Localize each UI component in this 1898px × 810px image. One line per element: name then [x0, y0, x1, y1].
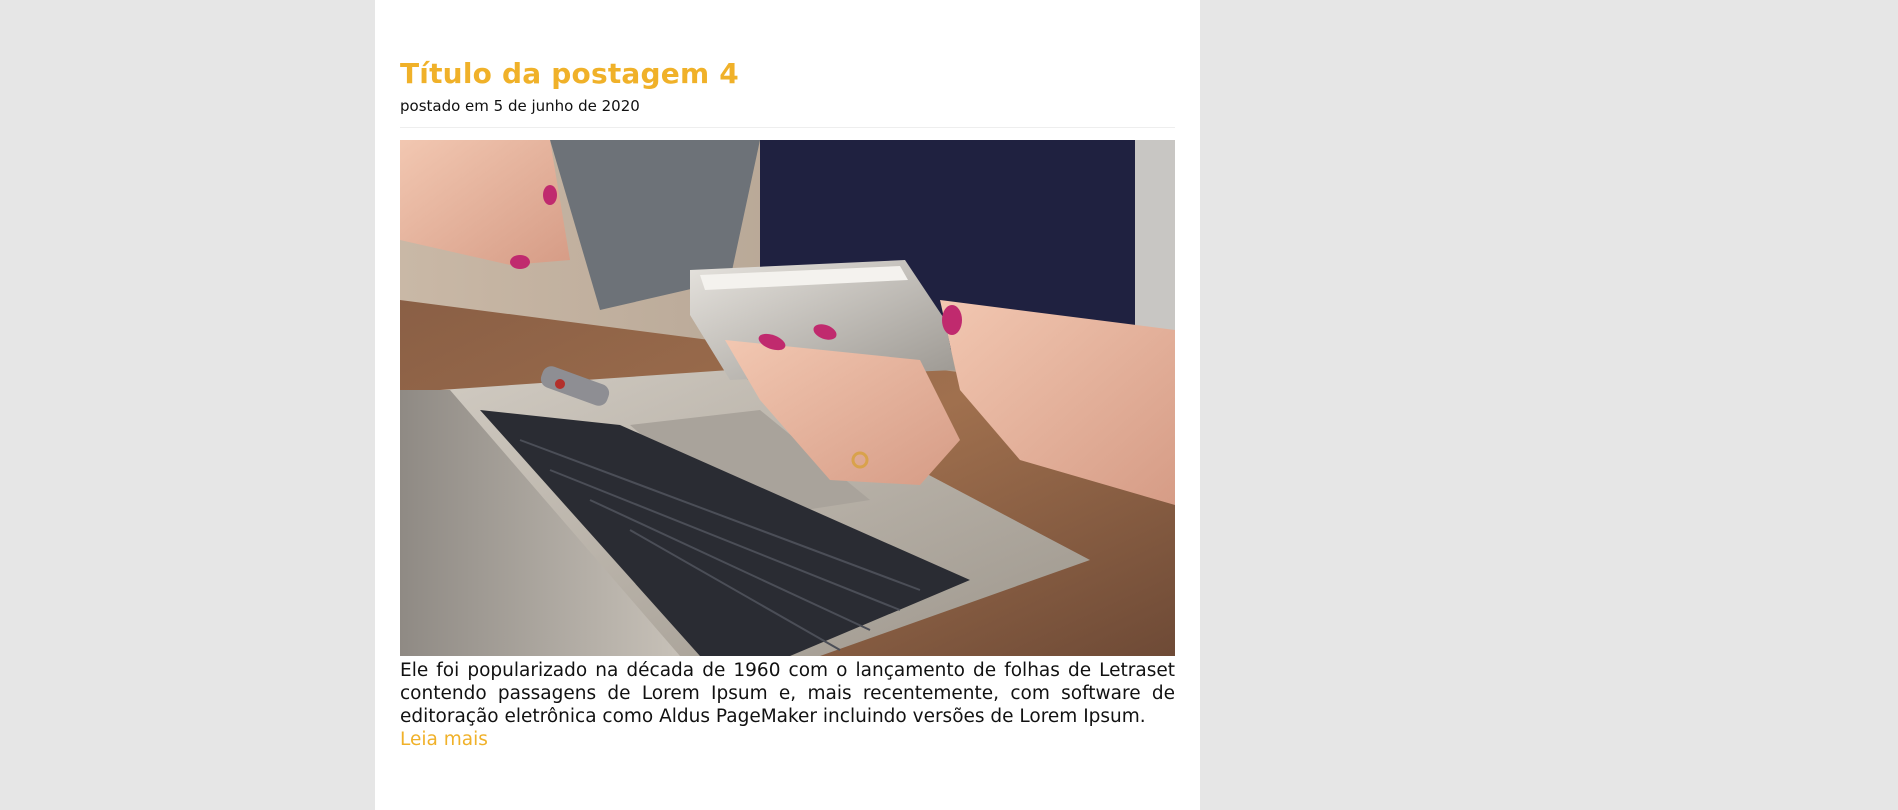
post-image[interactable]	[400, 140, 1175, 656]
post-excerpt: Ele foi popularizado na década de 1960 c…	[400, 660, 1175, 727]
content-column: Título da postagem 4 postado em 5 de jun…	[375, 0, 1200, 810]
laptop-phone-photo-icon	[400, 140, 1175, 656]
read-more-link[interactable]: Leia mais	[400, 729, 488, 750]
post-title[interactable]: Título da postagem 4	[400, 57, 739, 90]
divider	[400, 127, 1175, 128]
post-date: postado em 5 de junho de 2020	[400, 97, 640, 115]
